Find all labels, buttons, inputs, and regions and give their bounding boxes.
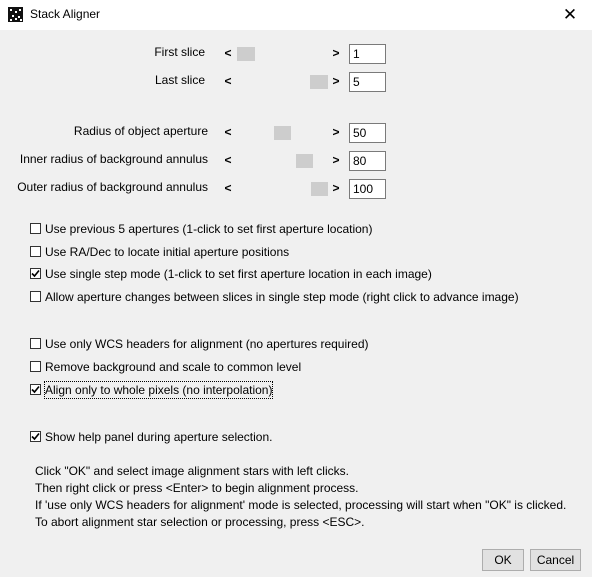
checkmark-icon (31, 269, 40, 278)
dialog-content: First slice < > 1 Last slice < > 5 Radiu… (0, 30, 592, 577)
checkbox-label: Use RA/Dec to locate initial aperture po… (45, 245, 290, 259)
checkbox-label: Use previous 5 apertures (1-click to set… (45, 222, 373, 236)
last-slice-label: Last slice (154, 73, 205, 87)
checkbox-label: Use single step mode (1-click to set fir… (45, 267, 432, 281)
last-slice-right-arrow[interactable]: > (330, 74, 342, 88)
outer-annulus-radius-field[interactable]: 100 (349, 179, 386, 199)
checkbox-label: Align only to whole pixels (no interpola… (43, 381, 274, 399)
object-aperture-slider-thumb[interactable] (274, 126, 291, 140)
checkbox[interactable] (30, 223, 41, 234)
outer-annulus-right-arrow[interactable]: > (330, 181, 342, 195)
object-aperture-radius-label: Radius of object aperture (73, 124, 208, 138)
inner-annulus-radius-field[interactable]: 80 (349, 151, 386, 171)
help-text-line: Click "OK" and select image alignment st… (35, 464, 349, 478)
title-bar: Stack Aligner ✕ (0, 0, 592, 31)
object-aperture-radius-field[interactable]: 50 (349, 123, 386, 143)
app-icon (8, 7, 23, 22)
checkbox[interactable] (30, 291, 41, 302)
checkmark-icon (31, 432, 40, 441)
outer-annulus-radius-label: Outer radius of background annulus (17, 180, 208, 194)
help-text-line: To abort alignment star selection or pro… (35, 515, 365, 529)
inner-annulus-slider-thumb[interactable] (296, 154, 313, 168)
first-slice-slider-thumb[interactable] (237, 47, 255, 61)
last-slice-field[interactable]: 5 (349, 72, 386, 92)
inner-annulus-left-arrow[interactable]: < (222, 153, 234, 167)
checkbox[interactable] (30, 384, 41, 395)
last-slice-left-arrow[interactable]: < (222, 74, 234, 88)
outer-annulus-left-arrow[interactable]: < (222, 181, 234, 195)
first-slice-left-arrow[interactable]: < (222, 46, 234, 60)
help-text-line: If 'use only WCS headers for alignment' … (35, 498, 567, 512)
last-slice-slider-thumb[interactable] (310, 75, 328, 89)
checkbox[interactable] (30, 338, 41, 349)
checkmark-icon (31, 385, 40, 394)
window-title: Stack Aligner (30, 7, 101, 21)
checkbox[interactable] (30, 431, 41, 442)
checkbox-label: Use only WCS headers for alignment (no a… (45, 337, 369, 351)
inner-annulus-right-arrow[interactable]: > (330, 153, 342, 167)
first-slice-right-arrow[interactable]: > (330, 46, 342, 60)
object-aperture-left-arrow[interactable]: < (222, 125, 234, 139)
first-slice-label: First slice (154, 45, 205, 59)
cancel-button[interactable]: Cancel (530, 549, 581, 571)
help-text-line: Then right click or press <Enter> to beg… (35, 481, 359, 495)
checkbox-label: Remove background and scale to common le… (45, 360, 302, 374)
checkbox-label: Allow aperture changes between slices in… (45, 290, 519, 304)
close-icon[interactable]: ✕ (548, 0, 592, 29)
first-slice-field[interactable]: 1 (349, 44, 386, 64)
object-aperture-right-arrow[interactable]: > (330, 125, 342, 139)
checkbox-label: Show help panel during aperture selectio… (45, 430, 273, 444)
outer-annulus-slider-thumb[interactable] (311, 182, 328, 196)
checkbox[interactable] (30, 361, 41, 372)
inner-annulus-radius-label: Inner radius of background annulus (19, 152, 208, 166)
checkbox[interactable] (30, 246, 41, 257)
checkbox[interactable] (30, 268, 41, 279)
ok-button[interactable]: OK (482, 549, 524, 571)
